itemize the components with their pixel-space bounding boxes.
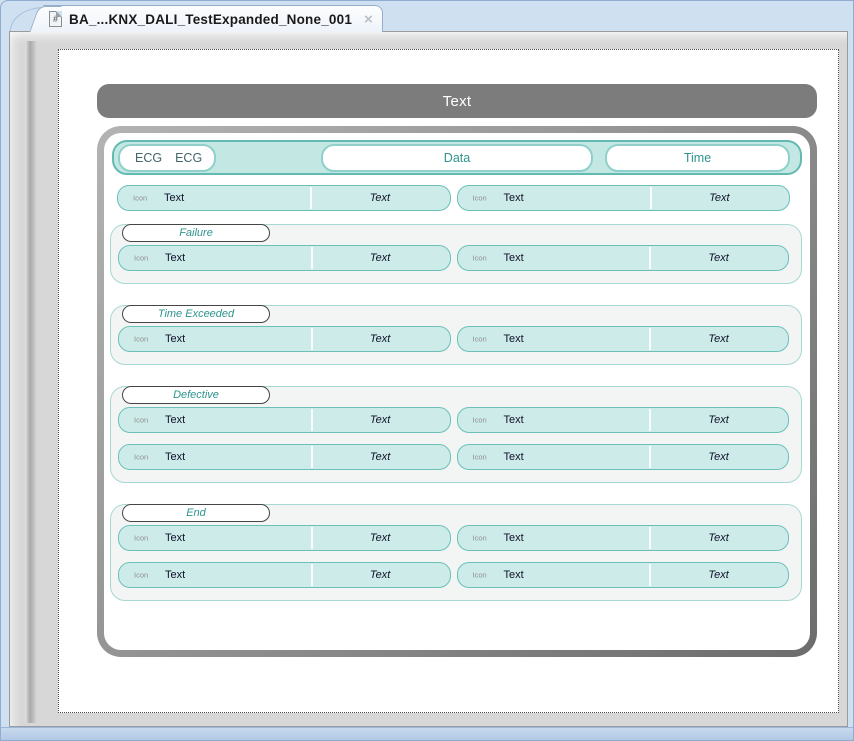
tab-bar: # BA_...KNX_DALI_TestExpanded_None_001 × — [1, 1, 853, 31]
item-row: Icon Text Text Icon Text Text — [117, 185, 790, 211]
ecg-label-1: ECG — [135, 151, 162, 165]
item-text: Text — [504, 192, 524, 204]
item-row: Icon Text Text Icon Text Text — [118, 326, 789, 352]
icon-placeholder: Icon — [134, 453, 148, 462]
icon-placeholder: Icon — [134, 335, 148, 344]
item-text: Text — [165, 252, 185, 264]
document-window: # BA_...KNX_DALI_TestExpanded_None_001 ×… — [0, 0, 854, 741]
status-item[interactable]: Icon Text Text — [457, 185, 791, 211]
item-text: Text — [164, 192, 184, 204]
item-value: Text — [310, 192, 449, 204]
data-field[interactable]: Data — [321, 144, 593, 172]
status-item[interactable]: Icon Text Text — [118, 245, 451, 271]
icon-placeholder: Icon — [133, 194, 147, 203]
item-text: Text — [504, 252, 524, 264]
section-label-pill[interactable]: Failure — [122, 224, 270, 242]
item-text: Text — [504, 532, 524, 544]
item-value: Text — [649, 569, 788, 581]
section-group: Failure Icon Text Text Icon Text Text — [110, 224, 802, 284]
ecg-button[interactable]: ECG ECG — [118, 144, 216, 172]
left-gutter-ridge — [25, 41, 36, 723]
designer-panel: Text ECG ECG Data Time — [9, 31, 848, 727]
item-value: Text — [649, 414, 788, 426]
item-value: Text — [311, 569, 450, 581]
status-item[interactable]: Icon Text Text — [457, 562, 790, 588]
icon-placeholder: Icon — [134, 571, 148, 580]
item-value: Text — [649, 333, 788, 345]
status-item[interactable]: Icon Text Text — [118, 562, 451, 588]
item-row: Icon Text Text Icon Text Text — [118, 407, 789, 433]
section-label: Defective — [173, 389, 219, 401]
item-row: Icon Text Text Icon Text Text — [118, 525, 789, 551]
item-value: Text — [649, 532, 788, 544]
section-group: Defective Icon Text Text Icon Text Text … — [110, 386, 802, 483]
icon-placeholder: Icon — [134, 254, 148, 263]
item-value: Text — [311, 451, 450, 463]
item-value: Text — [649, 451, 788, 463]
status-item[interactable]: Icon Text Text — [457, 407, 790, 433]
status-item[interactable]: Icon Text Text — [117, 185, 451, 211]
icon-placeholder: Icon — [473, 453, 487, 462]
icon-placeholder: Icon — [473, 534, 487, 543]
time-field[interactable]: Time — [605, 144, 790, 172]
section-group: End Icon Text Text Icon Text Text Icon T… — [110, 504, 802, 601]
item-value: Text — [311, 252, 450, 264]
status-item[interactable]: Icon Text Text — [118, 407, 451, 433]
time-label: Time — [684, 151, 711, 165]
item-text: Text — [504, 569, 524, 581]
main-container[interactable]: ECG ECG Data Time Icon Text Text Icon — [97, 126, 817, 657]
icon-placeholder: Icon — [473, 194, 487, 203]
item-text: Text — [165, 333, 185, 345]
status-item[interactable]: Icon Text Text — [118, 444, 451, 470]
item-text: Text — [165, 532, 185, 544]
data-label: Data — [444, 151, 470, 165]
status-item[interactable]: Icon Text Text — [118, 326, 451, 352]
status-item[interactable]: Icon Text Text — [457, 326, 790, 352]
item-row: Icon Text Text Icon Text Text — [118, 245, 789, 271]
icon-placeholder: Icon — [473, 571, 487, 580]
section-label-pill[interactable]: Time Exceeded — [122, 305, 270, 323]
tab-close-icon[interactable]: × — [364, 12, 373, 27]
item-row: Icon Text Text Icon Text Text — [118, 444, 789, 470]
status-item[interactable]: Icon Text Text — [457, 525, 790, 551]
item-row: Icon Text Text Icon Text Text — [118, 562, 789, 588]
sections-area: Icon Text Text Icon Text Text Failure Ic… — [104, 185, 810, 601]
window-bottom-frame — [1, 727, 853, 740]
item-text: Text — [165, 414, 185, 426]
ecg-label-2: ECG — [175, 151, 202, 165]
main-container-inner: ECG ECG Data Time Icon Text Text Icon — [104, 133, 810, 650]
section-label: End — [186, 507, 206, 519]
item-value: Text — [649, 252, 788, 264]
document-hash-icon: # — [49, 11, 62, 27]
section-label-pill[interactable]: Defective — [122, 386, 270, 404]
tab-title: BA_...KNX_DALI_TestExpanded_None_001 — [69, 12, 352, 27]
item-value: Text — [650, 192, 789, 204]
item-text: Text — [504, 451, 524, 463]
section-label: Time Exceeded — [158, 308, 234, 320]
icon-placeholder: Icon — [473, 335, 487, 344]
item-value: Text — [311, 414, 450, 426]
item-text: Text — [504, 333, 524, 345]
icon-placeholder: Icon — [473, 254, 487, 263]
item-text: Text — [165, 569, 185, 581]
section-group: Time Exceeded Icon Text Text Icon Text T… — [110, 305, 802, 365]
section-label: Failure — [179, 227, 213, 239]
top-row[interactable]: ECG ECG Data Time — [112, 140, 802, 175]
item-value: Text — [311, 532, 450, 544]
item-text: Text — [504, 414, 524, 426]
header-label: Text — [443, 93, 472, 110]
status-item[interactable]: Icon Text Text — [457, 245, 790, 271]
icon-placeholder: Icon — [473, 416, 487, 425]
item-text: Text — [165, 451, 185, 463]
status-item[interactable]: Icon Text Text — [118, 525, 451, 551]
screenshot-root: { "tab": { "icon_glyph": "#", "title": "… — [0, 0, 854, 741]
icon-placeholder: Icon — [134, 534, 148, 543]
design-canvas[interactable]: Text ECG ECG Data Time — [58, 49, 839, 713]
status-item[interactable]: Icon Text Text — [457, 444, 790, 470]
item-value: Text — [311, 333, 450, 345]
section-label-pill[interactable]: End — [122, 504, 270, 522]
header-bar[interactable]: Text — [97, 84, 817, 118]
document-tab[interactable]: # BA_...KNX_DALI_TestExpanded_None_001 × — [43, 5, 383, 32]
icon-placeholder: Icon — [134, 416, 148, 425]
